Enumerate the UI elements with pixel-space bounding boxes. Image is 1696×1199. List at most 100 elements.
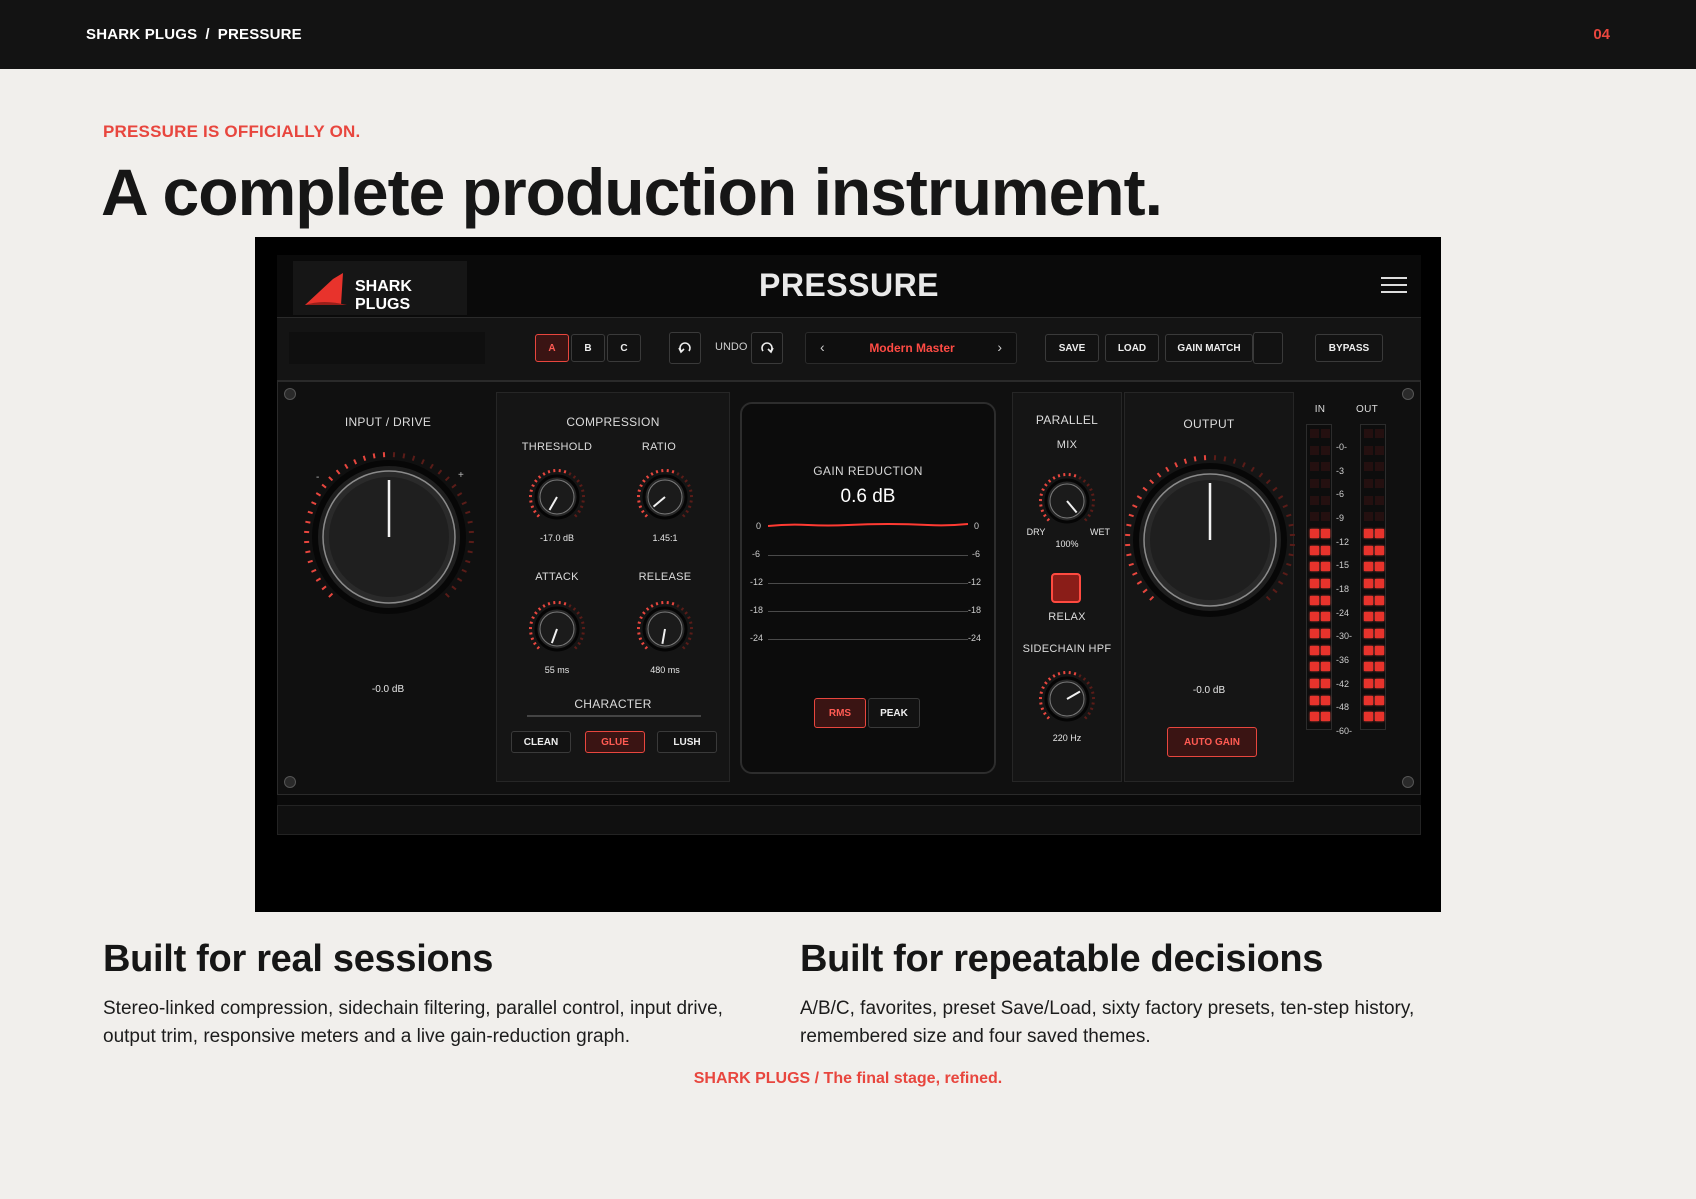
meter-segment <box>1375 545 1384 555</box>
meter-segment <box>1364 629 1373 638</box>
gain-match-toggle[interactable] <box>1253 332 1283 364</box>
plugin-screenshot: SHARK PLUGS PRESSURE A B C UNDO ‹ Modern… <box>255 237 1441 912</box>
release-knob[interactable] <box>633 597 697 661</box>
meter-segment <box>1364 495 1373 505</box>
input-meter <box>1306 424 1332 730</box>
page-title: A complete production instrument. <box>101 155 1163 229</box>
breadcrumb-separator: / <box>205 26 210 43</box>
ratio-knob[interactable] <box>633 465 697 529</box>
meter-segment <box>1310 645 1319 655</box>
bypass-button[interactable]: BYPASS <box>1315 334 1383 362</box>
auto-gain-button[interactable]: AUTO GAIN <box>1167 727 1257 757</box>
slot-b-button[interactable]: B <box>571 334 605 362</box>
meter-segment <box>1321 645 1330 655</box>
footer-tagline: SHARK PLUGS / The final stage, refined. <box>693 1070 1003 1087</box>
character-lush-button[interactable]: LUSH <box>657 731 717 753</box>
compression-label: COMPRESSION <box>566 415 660 429</box>
save-button[interactable]: SAVE <box>1045 334 1099 362</box>
output-knob[interactable] <box>1115 445 1305 635</box>
meter-scale-label: -3 <box>1336 465 1345 476</box>
meter-scale-label: -18 <box>1336 584 1350 594</box>
meter-segment <box>1364 712 1373 722</box>
relax-toggle[interactable] <box>1051 573 1081 603</box>
gain-match-button[interactable]: GAIN MATCH <box>1165 334 1253 362</box>
undo-button[interactable] <box>669 332 701 364</box>
wet-label: WET <box>1090 527 1110 537</box>
meter-segment <box>1375 629 1384 638</box>
slot-a-button[interactable]: A <box>535 334 569 362</box>
release-label: RELEASE <box>638 571 692 583</box>
meter-scale-label: -12 <box>1336 536 1350 547</box>
menu-icon[interactable] <box>1381 277 1407 295</box>
meter-segment <box>1321 612 1330 622</box>
section-body-decisions: A/B/C, favorites, preset Save/Load, sixt… <box>800 998 1415 1047</box>
preset-next-button[interactable]: › <box>997 339 1002 355</box>
gr-scale-left: -24 <box>750 633 764 643</box>
meter-segment <box>1375 462 1384 472</box>
meter-segment <box>1375 495 1384 505</box>
meter-segment <box>1375 479 1384 488</box>
meter-segment <box>1364 445 1373 455</box>
meter-segment <box>1321 479 1330 488</box>
meter-scale-label: -6 <box>1336 489 1345 500</box>
meter-segment <box>1321 462 1330 472</box>
compression-panel: COMPRESSION THRESHOLD RATIO -17.0 dB 1.4… <box>496 392 730 782</box>
section-body-sessions: Stereo-linked compression, sidechain fil… <box>103 998 723 1047</box>
gr-scale-left: -18 <box>750 605 764 615</box>
meter-segment <box>1310 695 1319 705</box>
screw-icon <box>1402 388 1414 400</box>
meter-segment <box>1321 529 1330 538</box>
threshold-knob[interactable] <box>525 465 589 529</box>
meter-segment <box>1375 445 1384 455</box>
character-clean-button[interactable]: CLEAN <box>511 731 571 753</box>
kicker: PRESSURE IS OFFICIALLY ON. <box>103 122 361 141</box>
meter-segment <box>1375 662 1384 672</box>
breadcrumb-item-product[interactable]: PRESSURE <box>218 26 302 43</box>
meter-segment <box>1310 595 1319 605</box>
meter-segment <box>1310 529 1319 538</box>
meter-segment <box>1375 645 1384 655</box>
threshold-value: -17.0 dB <box>539 533 575 543</box>
input-max-mark: + <box>458 470 464 481</box>
mix-knob[interactable] <box>1035 469 1099 533</box>
plugin-footer-strip <box>277 805 1421 835</box>
meter-segment <box>1310 662 1319 672</box>
load-button[interactable]: LOAD <box>1105 334 1159 362</box>
screw-icon <box>1402 776 1414 788</box>
sidechain-hpf-knob[interactable] <box>1035 667 1099 731</box>
meter-segment <box>1321 679 1330 688</box>
meter-segment <box>1375 512 1384 522</box>
character-glue-button[interactable]: GLUE <box>585 731 645 753</box>
preset-selector[interactable]: ‹ Modern Master › <box>805 332 1017 364</box>
meter-scale-label: -9 <box>1336 513 1345 523</box>
meter-segment <box>1375 695 1384 705</box>
meter-scale-label: -30- <box>1336 631 1353 642</box>
parallel-label: PARALLEL <box>1035 413 1099 427</box>
release-value: 480 ms <box>650 665 680 675</box>
meter-segment <box>1364 579 1373 588</box>
meter-scale-label: -0- <box>1336 442 1347 452</box>
input-drive-knob[interactable]: - + <box>294 442 484 632</box>
meter-segment <box>1321 445 1330 455</box>
screw-icon <box>284 776 296 788</box>
rms-button[interactable]: RMS <box>814 698 866 728</box>
meter-scale-label: -36 <box>1336 655 1350 665</box>
meter-segment <box>1364 462 1373 472</box>
gr-scale-right: -18 <box>968 605 982 615</box>
meter-segment <box>1310 612 1319 622</box>
meter-segment <box>1321 595 1330 605</box>
redo-button[interactable] <box>751 332 783 364</box>
input-min-mark: - <box>316 472 319 483</box>
slot-c-button[interactable]: C <box>607 334 641 362</box>
meter-segment <box>1310 429 1319 438</box>
meter-segment <box>1321 662 1330 672</box>
plugin-title: PRESSURE <box>758 267 940 303</box>
meter-segment <box>1321 695 1330 705</box>
threshold-label: THRESHOLD <box>521 441 593 453</box>
meter-out-label: OUT <box>1355 404 1378 415</box>
attack-value: 55 ms <box>544 665 570 675</box>
attack-knob[interactable] <box>525 597 589 661</box>
breadcrumb-item-brand[interactable]: SHARK PLUGS <box>86 26 197 43</box>
peak-button[interactable]: PEAK <box>868 698 920 728</box>
character-label: CHARACTER <box>574 697 652 711</box>
